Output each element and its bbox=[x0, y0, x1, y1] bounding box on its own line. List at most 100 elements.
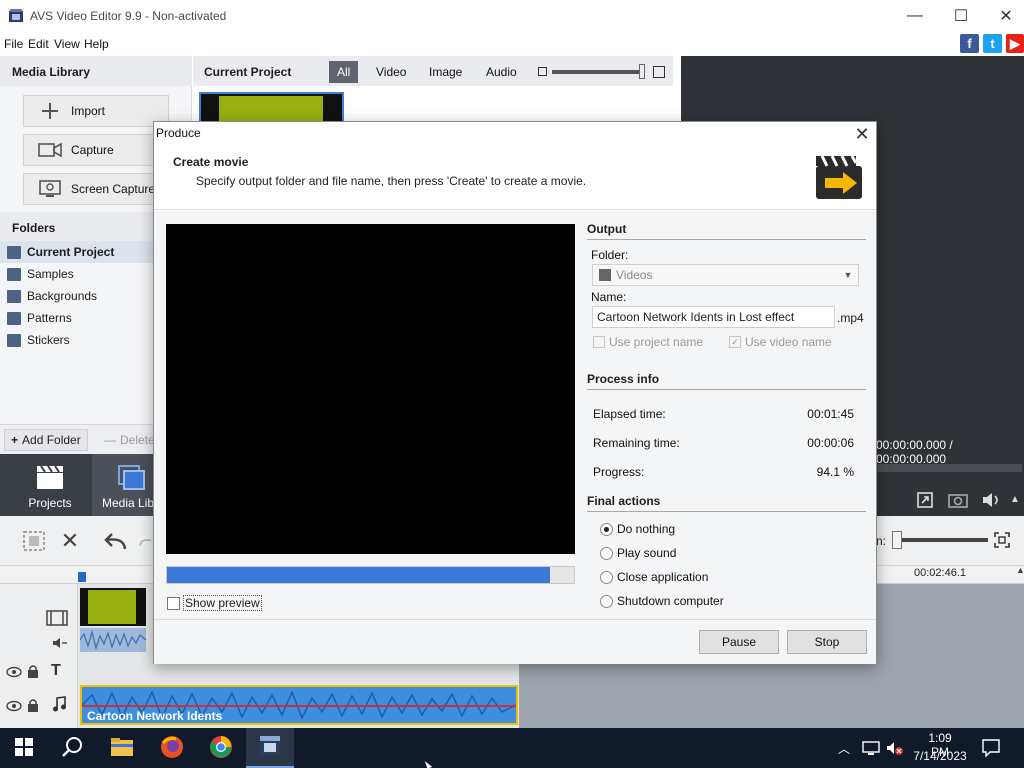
start-button[interactable] bbox=[0, 728, 48, 768]
menu-help[interactable]: Help bbox=[84, 37, 109, 51]
large-thumbnail-icon[interactable] bbox=[653, 66, 665, 78]
lock-icon[interactable] bbox=[27, 698, 39, 712]
output-folder-value: Videos bbox=[616, 268, 653, 282]
scroll-up-icon[interactable]: ▲ bbox=[1016, 565, 1024, 575]
volume-arrow-icon[interactable]: ▲ bbox=[1010, 494, 1020, 505]
avs-editor-icon bbox=[258, 735, 282, 760]
use-video-name-checkbox[interactable]: ✓ bbox=[729, 336, 741, 348]
use-project-name-checkbox[interactable] bbox=[593, 336, 605, 348]
slider-thumb[interactable] bbox=[639, 64, 645, 79]
eye-icon[interactable] bbox=[6, 700, 22, 712]
folder-label: Current Project bbox=[27, 245, 115, 259]
taskbar: ︿ bbox=[0, 728, 1024, 768]
network-icon[interactable] bbox=[862, 740, 880, 756]
output-folder-select[interactable]: Videos ▼ bbox=[592, 264, 859, 286]
screen-capture-label: Screen Capture bbox=[71, 182, 156, 196]
stop-button[interactable]: Stop bbox=[787, 630, 867, 654]
progress-value: 94.1 % bbox=[816, 465, 854, 479]
windows-icon bbox=[15, 737, 33, 759]
taskbar-avs-video-editor[interactable] bbox=[246, 728, 294, 768]
volume-icon[interactable] bbox=[981, 490, 1003, 510]
timeline-audio-clip[interactable]: Cartoon Network Idents bbox=[80, 685, 518, 725]
remaining-time-label: Remaining time: bbox=[593, 436, 680, 450]
use-video-name-label: Use video name bbox=[745, 335, 832, 349]
add-folder-button[interactable]: + Add Folder bbox=[4, 429, 88, 451]
close-application-label: Close application bbox=[617, 570, 709, 584]
radio-close-application[interactable] bbox=[600, 571, 613, 584]
text-track-icon: T bbox=[51, 662, 61, 679]
nav-media-library[interactable]: Media Libr bbox=[92, 454, 154, 516]
delete-folder-button[interactable]: — Delete bbox=[98, 429, 161, 451]
thumbnail-size-slider[interactable] bbox=[552, 70, 644, 74]
player-seek-bar[interactable] bbox=[876, 464, 1022, 472]
capture-button[interactable]: Capture bbox=[23, 134, 169, 166]
folder-label: Folder: bbox=[591, 248, 629, 262]
menu-edit[interactable]: Edit bbox=[28, 37, 49, 51]
tab-audio[interactable]: Audio bbox=[478, 61, 525, 83]
fullscreen-icon[interactable] bbox=[916, 491, 936, 509]
radio-do-nothing[interactable] bbox=[600, 523, 613, 536]
show-preview-label[interactable]: Show preview bbox=[183, 595, 262, 611]
notifications-icon[interactable] bbox=[982, 739, 1000, 758]
timeline-video-clip[interactable] bbox=[80, 588, 146, 626]
final-actions-section-title: Final actions bbox=[587, 494, 866, 512]
close-window-button[interactable]: ✕ bbox=[983, 0, 1024, 32]
undo-icon[interactable] bbox=[104, 529, 128, 553]
radio-shutdown-computer[interactable] bbox=[600, 595, 613, 608]
small-thumbnail-icon[interactable] bbox=[538, 67, 547, 76]
fit-to-window-icon[interactable] bbox=[994, 532, 1010, 548]
nav-projects[interactable]: Projects bbox=[0, 454, 100, 516]
use-project-name-label: Use project name bbox=[609, 335, 704, 349]
volume-muted-icon[interactable] bbox=[886, 740, 904, 756]
plus-icon bbox=[36, 101, 64, 121]
taskbar-file-explorer[interactable] bbox=[98, 728, 146, 768]
timeline-zoom-slider[interactable] bbox=[892, 538, 988, 542]
folder-label: Samples bbox=[27, 267, 74, 281]
capture-label: Capture bbox=[71, 143, 114, 157]
screen-capture-button[interactable]: Screen Capture bbox=[23, 173, 169, 205]
output-name-field[interactable] bbox=[592, 306, 835, 328]
audio-mute-icon[interactable] bbox=[52, 636, 68, 650]
radio-play-sound[interactable] bbox=[600, 547, 613, 560]
search-button[interactable] bbox=[48, 728, 96, 768]
tray-chevron-icon[interactable]: ︿ bbox=[838, 740, 850, 757]
elapsed-time-value: 00:01:45 bbox=[807, 407, 854, 421]
playhead-marker[interactable] bbox=[78, 572, 86, 582]
delete-icon[interactable]: ✕ bbox=[58, 528, 82, 553]
storyboard-icon[interactable] bbox=[22, 529, 46, 553]
snapshot-icon[interactable] bbox=[948, 491, 968, 509]
import-button[interactable]: Import bbox=[23, 95, 169, 127]
zoom-slider-thumb[interactable] bbox=[892, 531, 902, 549]
lock-icon[interactable] bbox=[27, 664, 39, 678]
ruler-time-label: 00:02:46.1 bbox=[914, 567, 966, 579]
tab-video[interactable]: Video bbox=[368, 61, 414, 83]
plus-icon: + bbox=[11, 433, 19, 447]
clapperboard-icon bbox=[35, 464, 65, 490]
taskbar-chrome[interactable] bbox=[197, 728, 245, 768]
screen-capture-icon bbox=[36, 179, 64, 199]
taskbar-clock-date[interactable]: 7/14/2023 bbox=[912, 749, 968, 763]
tab-image[interactable]: Image bbox=[421, 61, 470, 83]
twitter-icon[interactable]: t bbox=[983, 34, 1002, 53]
tab-all[interactable]: All bbox=[329, 61, 359, 83]
timeline-video-audio-waveform[interactable] bbox=[79, 628, 147, 652]
folder-label: Stickers bbox=[27, 333, 70, 347]
minimize-button[interactable]: — bbox=[892, 0, 938, 32]
folder-icon bbox=[7, 267, 21, 281]
file-extension: .mp4 bbox=[837, 311, 864, 325]
progress-fill bbox=[167, 567, 550, 583]
menu-view[interactable]: View bbox=[54, 37, 80, 51]
close-icon: ✕ bbox=[999, 8, 1013, 25]
menu-file[interactable]: File bbox=[4, 37, 23, 51]
eye-icon[interactable] bbox=[6, 666, 22, 678]
pause-button[interactable]: Pause bbox=[699, 630, 779, 654]
youtube-icon[interactable]: ▶ bbox=[1006, 34, 1024, 53]
redo-icon[interactable] bbox=[138, 529, 152, 553]
video-camera-icon bbox=[36, 140, 64, 160]
show-preview-checkbox[interactable] bbox=[167, 597, 180, 610]
dialog-close-button[interactable]: ✕ bbox=[847, 122, 877, 146]
facebook-icon[interactable]: f bbox=[960, 34, 979, 53]
maximize-button[interactable]: ☐ bbox=[938, 0, 984, 32]
taskbar-firefox[interactable] bbox=[148, 728, 196, 768]
media-library-title: Media Library bbox=[0, 56, 192, 86]
